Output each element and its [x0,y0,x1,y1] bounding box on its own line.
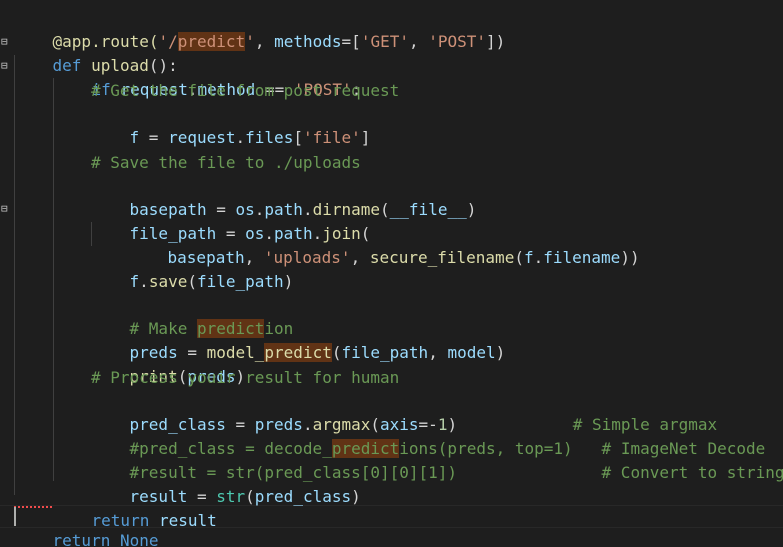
builtin-token: str [216,487,246,506]
code-line-22[interactable]: return None [14,506,159,547]
variable-token: file_path [196,272,284,291]
punct-token: ( [187,272,197,291]
code-line-2[interactable]: def upload(): [14,31,178,75]
variable-token: files [245,128,294,147]
comment-token: # Convert to string [457,463,783,482]
variable-token: pred_class [254,487,352,506]
function-token: save [148,272,188,291]
punct-token: , [350,248,370,267]
keyword-token: None [119,531,159,547]
string-token: 'file' [302,128,361,147]
punct-token: . [139,272,149,291]
punct-token: ) [351,487,361,506]
punct-token: [ [293,128,303,147]
punct-token: , [254,32,275,51]
text-cursor [14,507,16,526]
code-line-3[interactable]: if request.method == 'POST': [53,55,362,99]
code-editor[interactable]: ⊟ ⊟ ⊟ @app.route('/predict', methods=['G… [0,0,783,547]
punct-token: )) [620,248,640,267]
string-token: 'POST' [428,32,487,51]
code-line-13[interactable]: # Make prediction [91,294,293,338]
code-line-19[interactable]: #result = str(pred_class[0][0][1]) # Con… [91,438,783,482]
punct-token: ) [495,343,506,362]
punct-token: ]) [486,32,506,51]
variable-token: f [129,128,140,147]
code-line-7[interactable]: # Save the file to ./uploads [91,151,361,174]
search-match-highlight: predict [264,343,332,362]
string-token: ' [245,32,255,51]
punct-token: ( [245,487,255,506]
indent-guide [14,55,15,495]
string-token: 'GET' [360,32,409,51]
variable-token: request [168,128,236,147]
punct-token: ( [380,200,390,219]
code-line-20[interactable]: result = str(pred_class) [91,462,361,506]
param-token: methods [274,32,342,51]
code-line-17[interactable]: pred_class = preds.argmax(axis=-1) # Sim… [91,390,718,434]
variable-token: filename [543,248,621,267]
code-line-11[interactable]: f.save(file_path) [91,247,294,291]
keyword-token: return [52,531,111,547]
code-line-15[interactable]: print(preds) [91,342,246,386]
punct-token: ] [360,128,371,147]
punct-token: =[ [341,32,361,51]
code-line-4[interactable]: # Get the file from post request [91,79,399,102]
variable-token: file_path [341,343,429,362]
code-line-18[interactable]: #pred_class = decode_predictions(preds, … [91,414,765,458]
punct-token: ) [283,272,294,291]
indent-guide [53,78,54,481]
punct-token: . [235,128,246,147]
code-line-9[interactable]: file_path = os.path.join( [91,199,371,243]
fold-arrow-icon[interactable]: ⊟ [1,203,8,214]
code-line-10[interactable]: basepath, 'uploads', secure_filename(f.f… [129,223,640,267]
code-line-14[interactable]: preds = model_predict(file_path, model) [91,318,505,362]
punct-token: , [408,32,429,51]
variable-token: f [523,248,534,267]
variable-token: model [447,343,496,362]
fold-arrow-icon[interactable]: ⊟ [1,60,8,71]
punct-token: . [533,248,544,267]
code-line-8[interactable]: basepath = os.path.dirname(__file__) [91,175,477,219]
operator-token: = [139,128,169,147]
variable-token: f [129,272,140,291]
search-match-highlight: predict [177,32,246,51]
code-line-5[interactable]: f = request.files['file'] [91,103,371,147]
function-token: secure_filename [369,248,515,267]
code-line-16[interactable]: # Process youir result for human [91,366,399,389]
punct-token: ) [466,200,477,219]
fold-arrow-icon[interactable]: ⊟ [1,36,8,47]
punct-token: ( [514,248,524,267]
code-line-1[interactable]: @app.route('/predict', methods=['GET', '… [14,7,505,51]
variable-token: __file__ [389,200,467,219]
variable-token: result [158,511,217,530]
punct-token: , [428,343,448,362]
